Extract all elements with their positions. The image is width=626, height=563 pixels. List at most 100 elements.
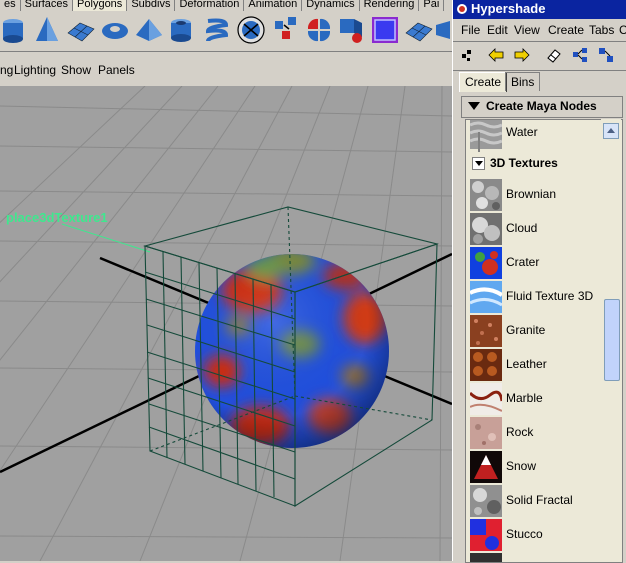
node-rock[interactable]: Rock xyxy=(470,416,600,450)
node-solid-fractal[interactable]: Solid Fractal xyxy=(470,484,600,518)
node-water[interactable]: Water xyxy=(470,120,600,150)
scroll-up-arrow-icon[interactable] xyxy=(603,123,619,139)
collapse-toggle-icon[interactable] xyxy=(472,157,485,170)
crater-thumbnail xyxy=(470,247,502,279)
place3dtexture-label: place3dTexture1 xyxy=(6,210,108,225)
node-label: Marble xyxy=(506,391,543,405)
hypershade-app-icon xyxy=(457,4,467,14)
node-label: Cloud xyxy=(506,221,538,235)
poly-pipe-icon[interactable] xyxy=(166,15,196,45)
node-leather[interactable]: Leather xyxy=(470,348,600,382)
poly-plane-icon[interactable] xyxy=(66,15,96,45)
shelf-tab-bar: es Surfaces Polygons Subdivs Deformation Anim… xyxy=(0,0,452,11)
poly-cylinder-icon[interactable] xyxy=(0,15,30,45)
shelf-icon-row xyxy=(0,11,452,52)
viewport-panel-menu: ng Lighting Show Panels xyxy=(0,52,452,86)
node-brownian[interactable]: Brownian xyxy=(470,178,600,212)
node-label: Brownian xyxy=(506,187,557,201)
rock-thumbnail xyxy=(470,417,502,449)
shelf-tab-paint[interactable]: Pai xyxy=(419,0,445,11)
node-snow[interactable]: Snow xyxy=(470,450,600,484)
cloud-thumbnail xyxy=(470,213,502,245)
hypershade-menu-bar: File Edit View Create Tabs C xyxy=(453,20,626,40)
node-label: Leather xyxy=(506,357,547,371)
water-thumbnail xyxy=(470,120,502,149)
smooth-icon[interactable] xyxy=(370,15,400,45)
hypershade-window: Hypershade File Edit View Create Tabs C … xyxy=(452,0,626,563)
collapse-triangle-icon xyxy=(468,102,480,110)
menu-file[interactable]: File xyxy=(461,23,480,37)
shelf-tab-dynamics[interactable]: Dynamics xyxy=(302,0,360,11)
tab-bins[interactable]: Bins xyxy=(505,72,541,91)
hypershade-title-bar: Hypershade xyxy=(453,0,626,19)
viewport-scene: place3dTexture1 xyxy=(0,86,452,561)
brownian-thumbnail xyxy=(470,179,502,211)
node-granite[interactable]: Granite xyxy=(470,314,600,348)
shelf-more-icon[interactable] xyxy=(436,15,452,45)
node-label: Crater xyxy=(506,255,540,269)
menu-panels[interactable]: Panels xyxy=(98,63,135,77)
arrow-left-icon[interactable] xyxy=(487,46,505,64)
node-stucco[interactable]: Stucco xyxy=(470,518,600,552)
node-label: Solid Fractal xyxy=(506,493,573,507)
shelf-tab-subdivs[interactable]: Subdivs xyxy=(127,0,176,11)
shelf-tab-polygons[interactable]: Polygons xyxy=(73,0,128,11)
show-graph-icon[interactable] xyxy=(597,46,615,64)
subdivide-icon[interactable] xyxy=(404,15,434,45)
node-label: Water xyxy=(506,125,538,139)
poly-cone-icon[interactable] xyxy=(32,15,62,45)
input-output-connections-icon[interactable] xyxy=(571,46,589,64)
extract-icon[interactable] xyxy=(336,15,366,45)
create-maya-nodes-header[interactable]: Create Maya Nodes xyxy=(461,96,623,118)
graph-layout-icon[interactable] xyxy=(459,46,477,64)
poly-soccer-ball-icon[interactable] xyxy=(236,15,266,45)
leather-thumbnail xyxy=(470,349,502,381)
shelf-tab-poly[interactable]: es xyxy=(0,0,21,11)
3d-textures-header[interactable]: 3D Textures xyxy=(466,152,606,174)
node-list-scrollbar[interactable] xyxy=(601,119,621,561)
node-label: Granite xyxy=(506,323,546,337)
snow-thumbnail xyxy=(470,451,502,483)
stucco-thumbnail xyxy=(470,519,502,551)
tree-line xyxy=(478,132,480,152)
perspective-viewport[interactable]: place3dTexture1 xyxy=(0,86,452,561)
menu-view[interactable]: View xyxy=(514,23,540,37)
node-fluid-texture-3d[interactable]: Fluid Texture 3D xyxy=(470,280,600,314)
node-label: Snow xyxy=(506,459,537,473)
arrow-right-icon[interactable] xyxy=(513,46,531,64)
node-marble[interactable]: Marble xyxy=(470,382,600,416)
combine-icon[interactable] xyxy=(272,15,302,45)
poly-torus-icon[interactable] xyxy=(100,15,130,45)
hypershade-toolbar xyxy=(453,41,626,71)
menu-shading[interactable]: ng xyxy=(0,63,13,77)
next-node-thumbnail xyxy=(470,553,502,562)
node-cloud[interactable]: Cloud xyxy=(470,212,600,246)
shelf-tab-rendering[interactable]: Rendering xyxy=(360,0,420,11)
menu-tabs[interactable]: Tabs xyxy=(589,23,614,37)
fluid-texture-thumbnail xyxy=(470,281,502,313)
menu-lighting[interactable]: Lighting xyxy=(14,63,56,77)
menu-overflow[interactable]: C xyxy=(619,23,626,37)
node-crater[interactable]: Crater xyxy=(470,246,600,280)
shelf-tab-animation[interactable]: Animation xyxy=(244,0,303,11)
menu-create[interactable]: Create xyxy=(548,23,584,37)
shelf-tab-deformation[interactable]: Deformation xyxy=(175,0,245,11)
textured-sphere[interactable] xyxy=(195,247,389,448)
tab-create[interactable]: Create xyxy=(459,72,508,92)
poly-helix-icon[interactable] xyxy=(202,15,232,45)
granite-thumbnail xyxy=(470,315,502,347)
shelf-tab-surfaces[interactable]: Surfaces xyxy=(21,0,74,11)
node-next[interactable] xyxy=(470,552,600,562)
hypershade-title: Hypershade xyxy=(471,1,546,16)
scroll-thumb[interactable] xyxy=(604,299,620,381)
menu-show[interactable]: Show xyxy=(61,63,91,77)
poly-pyramid-icon[interactable] xyxy=(134,15,164,45)
solid-fractal-thumbnail xyxy=(470,485,502,517)
subsection-title: 3D Textures xyxy=(490,156,558,170)
marble-thumbnail xyxy=(470,383,502,415)
node-list: Water 3D Textures Brownian Cloud Crater … xyxy=(465,119,623,563)
menu-edit[interactable]: Edit xyxy=(487,23,508,37)
node-label: Rock xyxy=(506,425,534,439)
eraser-icon[interactable] xyxy=(545,46,563,64)
separate-icon[interactable] xyxy=(304,15,334,45)
